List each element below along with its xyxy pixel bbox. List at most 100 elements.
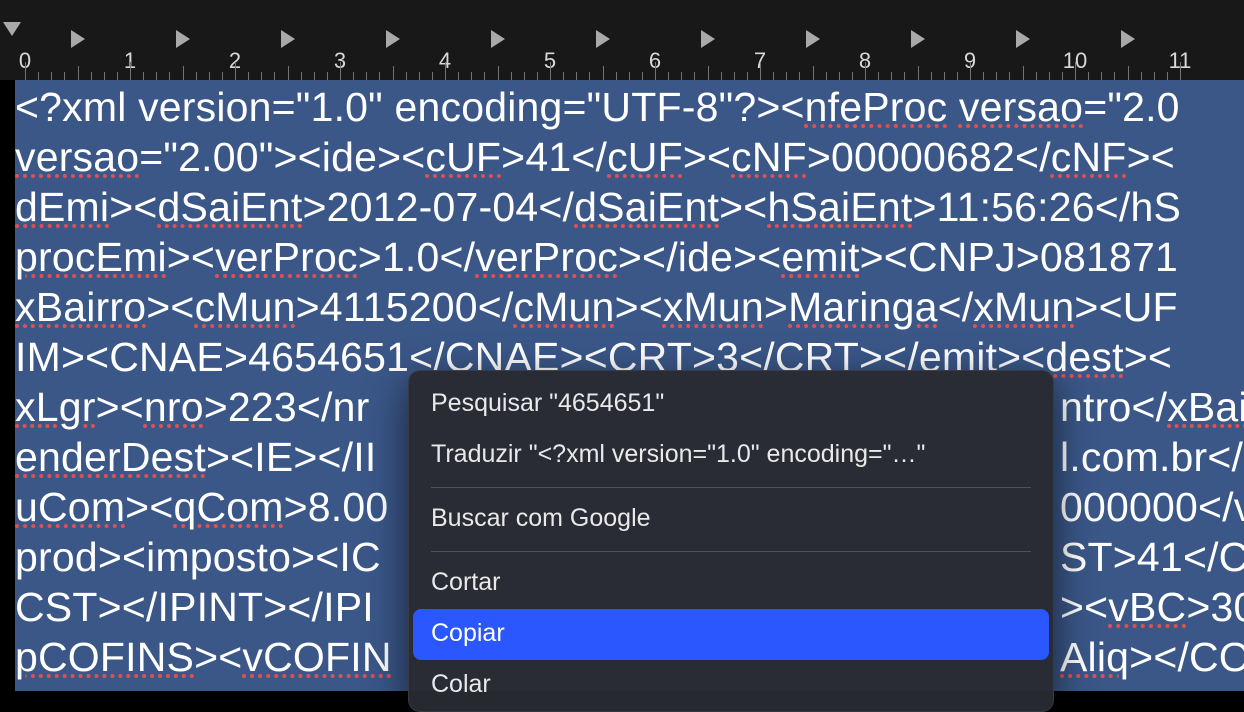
ruler-tick xyxy=(1036,72,1037,80)
ruler-tick xyxy=(274,72,275,80)
text-line: xBairro><cMun>4115200</cMun><xMun>Maring… xyxy=(15,282,1244,332)
ruler-tick xyxy=(891,72,892,80)
ruler-tick xyxy=(957,72,958,80)
ruler-tick xyxy=(1101,72,1102,80)
tab-stop-marker[interactable] xyxy=(911,30,925,48)
tab-stop-marker[interactable] xyxy=(1121,30,1135,48)
ruler-tick xyxy=(878,72,879,80)
tab-stop-marker[interactable] xyxy=(491,30,505,48)
menu-translate[interactable]: Traduzir "<?xml version="1.0" encoding="… xyxy=(413,430,1049,481)
ruler-tick xyxy=(511,72,512,80)
ruler-tick xyxy=(406,72,407,80)
menu-google[interactable]: Buscar com Google xyxy=(413,494,1049,545)
menu-search[interactable]: Pesquisar "4654651" xyxy=(413,379,1049,430)
ruler-tick xyxy=(1075,62,1076,80)
ruler-tick xyxy=(458,72,459,80)
ruler-tick xyxy=(721,72,722,80)
ruler-tick xyxy=(1180,62,1181,80)
ruler-tick xyxy=(143,72,144,80)
ruler-tick xyxy=(773,72,774,80)
tab-stop-marker[interactable] xyxy=(386,30,400,48)
ruler-tick xyxy=(708,66,709,80)
ruler-tick xyxy=(1154,72,1155,80)
menu-cut[interactable]: Cortar xyxy=(413,558,1049,609)
ruler-tick xyxy=(314,72,315,80)
ruler-tick xyxy=(169,72,170,80)
ruler-tick xyxy=(839,72,840,80)
ruler-tick xyxy=(196,72,197,80)
ruler-tick xyxy=(327,72,328,80)
menu-separator xyxy=(431,487,1031,488)
ruler-tick xyxy=(235,62,236,80)
ruler-tick xyxy=(130,62,131,80)
ruler-tick xyxy=(642,72,643,80)
ruler-tick xyxy=(734,72,735,80)
ruler-tick xyxy=(498,66,499,80)
ruler-tick xyxy=(484,72,485,80)
ruler-tick xyxy=(393,66,394,80)
ruler-tick xyxy=(786,72,787,80)
ruler-tick xyxy=(248,72,249,80)
ruler-tick xyxy=(209,72,210,80)
tab-stop-marker[interactable] xyxy=(176,30,190,48)
ruler-tick xyxy=(419,72,420,80)
ruler-tick xyxy=(944,72,945,80)
text-line: dEmi><dSaiEnt>2012-07-04</dSaiEnt><hSaiE… xyxy=(15,182,1244,232)
ruler-tick xyxy=(1167,72,1168,80)
ruler-tick xyxy=(904,72,905,80)
ruler-tick xyxy=(340,62,341,80)
ruler-tick xyxy=(616,72,617,80)
ruler-tick xyxy=(1088,72,1089,80)
ruler-tick xyxy=(629,72,630,80)
ruler-tick xyxy=(38,72,39,80)
ruler-tick xyxy=(432,72,433,80)
tab-stop-marker[interactable] xyxy=(701,30,715,48)
ruler-tick xyxy=(589,72,590,80)
ruler-tick xyxy=(25,62,26,80)
ruler-tick xyxy=(445,62,446,80)
ruler-tick xyxy=(288,66,289,80)
text-line: versao="2.00"><ide><cUF>41</cUF><cNF>000… xyxy=(15,132,1244,182)
ruler-tick xyxy=(156,72,157,80)
ruler-tick xyxy=(64,72,65,80)
menu-paste[interactable]: Colar xyxy=(413,660,1049,711)
ruler-tick xyxy=(1062,72,1063,80)
ruler-tick xyxy=(813,66,814,80)
ruler-tick xyxy=(550,62,551,80)
tab-stop-marker[interactable] xyxy=(1016,30,1030,48)
text-line: procEmi><verProc>1.0</verProc></ide><emi… xyxy=(15,232,1244,282)
ruler-tick xyxy=(826,72,827,80)
ruler-tick xyxy=(918,66,919,80)
ruler-tick xyxy=(366,72,367,80)
ruler-tick xyxy=(563,72,564,80)
tab-stop-marker[interactable] xyxy=(281,30,295,48)
context-menu: Pesquisar "4654651" Traduzir "<?xml vers… xyxy=(408,370,1054,712)
ruler-tick xyxy=(51,72,52,80)
ruler-tick xyxy=(603,66,604,80)
ruler-tick xyxy=(970,62,971,80)
ruler-tick xyxy=(104,72,105,80)
ruler-tick xyxy=(1114,72,1115,80)
ruler-tick xyxy=(799,72,800,80)
tab-stop-marker[interactable] xyxy=(71,30,85,48)
text-line: <?xml version="1.0" encoding="UTF-8"?><n… xyxy=(15,82,1244,132)
ruler-tick xyxy=(1009,72,1010,80)
ruler-tick xyxy=(931,72,932,80)
ruler-tick xyxy=(760,62,761,80)
tab-stop-marker[interactable] xyxy=(596,30,610,48)
ruler-tick xyxy=(1141,72,1142,80)
menu-copy[interactable]: Copiar xyxy=(413,609,1049,660)
ruler-tick xyxy=(852,72,853,80)
tab-stop-marker[interactable] xyxy=(806,30,820,48)
ruler-tick xyxy=(261,72,262,80)
ruler-tick xyxy=(655,62,656,80)
ruler-tick xyxy=(471,72,472,80)
ruler-tick xyxy=(1049,72,1050,80)
ruler-tick xyxy=(222,72,223,80)
ruler-tick xyxy=(747,72,748,80)
menu-separator xyxy=(431,551,1031,552)
ruler-tick xyxy=(91,72,92,80)
ruler-tick xyxy=(117,72,118,80)
ruler: 01234567891011 xyxy=(0,0,1244,80)
ruler-tick xyxy=(576,72,577,80)
